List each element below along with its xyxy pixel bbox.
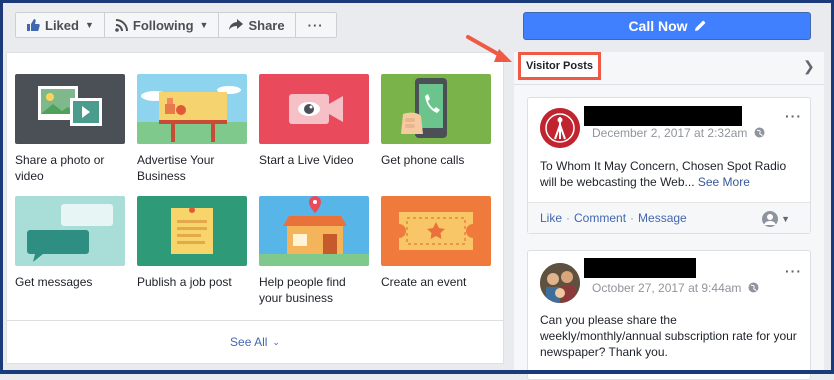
post-text: To Whom It May Concern, Chosen Spot Radi… xyxy=(540,158,798,190)
share-label: Share xyxy=(248,17,285,33)
tile-label: Share a photo or video xyxy=(15,153,105,183)
avatar[interactable] xyxy=(540,263,580,303)
tile-label: Start a Live Video xyxy=(259,153,354,167)
storefront-icon xyxy=(259,196,369,266)
create-event-tile[interactable]: Create an event xyxy=(381,196,491,290)
more-options-button[interactable]: ··· xyxy=(294,12,337,38)
billboard-icon xyxy=(137,74,247,144)
annotation-arrow-icon xyxy=(466,35,512,62)
rss-icon xyxy=(115,18,128,32)
chevron-down-icon: ▼ xyxy=(199,20,209,30)
phone-call-icon xyxy=(381,74,491,144)
visitor-posts-title-text: Visitor Posts xyxy=(525,60,594,72)
post-body: Can you please share the weekly/monthly/… xyxy=(540,313,797,359)
advertise-business-tile[interactable]: Advertise Your Business xyxy=(137,74,247,184)
chevron-down-icon[interactable]: ⌄ xyxy=(272,337,280,348)
call-now-button[interactable]: Call Now xyxy=(523,12,811,40)
visitor-post: December 2, 2017 at 2:32am ··· To Whom I… xyxy=(527,97,811,234)
photo-video-icon xyxy=(15,74,125,144)
redacted-name xyxy=(584,106,742,126)
tile-label: Advertise Your Business xyxy=(137,153,215,183)
chevron-right-icon[interactable]: ❯ xyxy=(803,58,815,75)
chevron-down-icon: ▼ xyxy=(84,20,94,30)
separator: · xyxy=(566,211,571,225)
following-label: Following xyxy=(132,17,194,33)
tile-label: Publish a job post xyxy=(137,275,232,289)
share-arrow-icon xyxy=(229,19,244,30)
help-find-business-tile[interactable]: Help people find your business xyxy=(259,196,369,306)
page-avatar-icon xyxy=(762,211,779,227)
avatar[interactable] xyxy=(540,108,580,148)
liked-button[interactable]: Liked ▼ xyxy=(15,12,105,38)
globe-icon xyxy=(748,282,759,293)
post-date[interactable]: October 27, 2017 at 9:44am xyxy=(592,281,759,295)
redacted-name xyxy=(584,258,696,278)
post-text: Can you please share the weekly/monthly/… xyxy=(540,312,798,360)
tile-label: Get phone calls xyxy=(381,153,465,167)
see-all-bar: See All ⌄ xyxy=(7,320,503,363)
tile-label: Get messages xyxy=(15,275,93,289)
see-all-link[interactable]: See All xyxy=(230,335,267,349)
post-options-icon[interactable]: ··· xyxy=(785,108,802,124)
thumbs-up-icon xyxy=(27,19,40,31)
job-note-icon xyxy=(137,196,247,266)
like-link[interactable]: Like xyxy=(540,211,562,225)
call-now-label: Call Now xyxy=(628,18,688,34)
tile-label: Help people find your business xyxy=(259,275,346,305)
chevron-down-icon: ▼ xyxy=(781,214,790,224)
post-actions-bar: Like · Comment · Message ▼ xyxy=(528,202,810,233)
pencil-icon[interactable] xyxy=(694,20,706,32)
following-button[interactable]: Following ▼ xyxy=(103,12,220,38)
job-post-tile[interactable]: Publish a job post xyxy=(137,196,247,290)
share-photo-tile[interactable]: Share a photo or video xyxy=(15,74,125,184)
post-as-selector[interactable]: ▼ xyxy=(762,211,790,227)
more-dots-icon: ··· xyxy=(307,17,324,33)
visitor-posts-title[interactable]: Visitor Posts xyxy=(518,52,601,80)
get-messages-tile[interactable]: Get messages xyxy=(15,196,125,290)
live-video-tile[interactable]: Start a Live Video xyxy=(259,74,369,168)
chat-bubbles-icon xyxy=(15,196,125,266)
post-date-text: December 2, 2017 at 2:32am xyxy=(592,126,748,140)
page-action-bar: Liked ▼ Following ▼ Share ··· xyxy=(15,12,337,38)
ticket-icon xyxy=(381,196,491,266)
share-button[interactable]: Share xyxy=(218,12,296,38)
post-date[interactable]: December 2, 2017 at 2:32am xyxy=(592,126,765,140)
liked-label: Liked xyxy=(45,17,79,33)
comment-link[interactable]: Comment xyxy=(574,211,626,225)
visitor-post: October 27, 2017 at 9:44am ··· Can you p… xyxy=(527,250,811,380)
separator: · xyxy=(630,211,635,225)
phone-calls-tile[interactable]: Get phone calls xyxy=(381,74,491,168)
message-link[interactable]: Message xyxy=(638,211,687,225)
page-actions-panel: Share a photo or video Advertise Your Bu… xyxy=(6,52,504,364)
post-date-text: October 27, 2017 at 9:44am xyxy=(592,281,742,295)
see-more-link[interactable]: See More xyxy=(698,175,750,189)
tile-label: Create an event xyxy=(381,275,467,289)
live-camera-icon xyxy=(259,74,369,144)
globe-icon xyxy=(754,127,765,138)
post-options-icon[interactable]: ··· xyxy=(785,263,802,279)
